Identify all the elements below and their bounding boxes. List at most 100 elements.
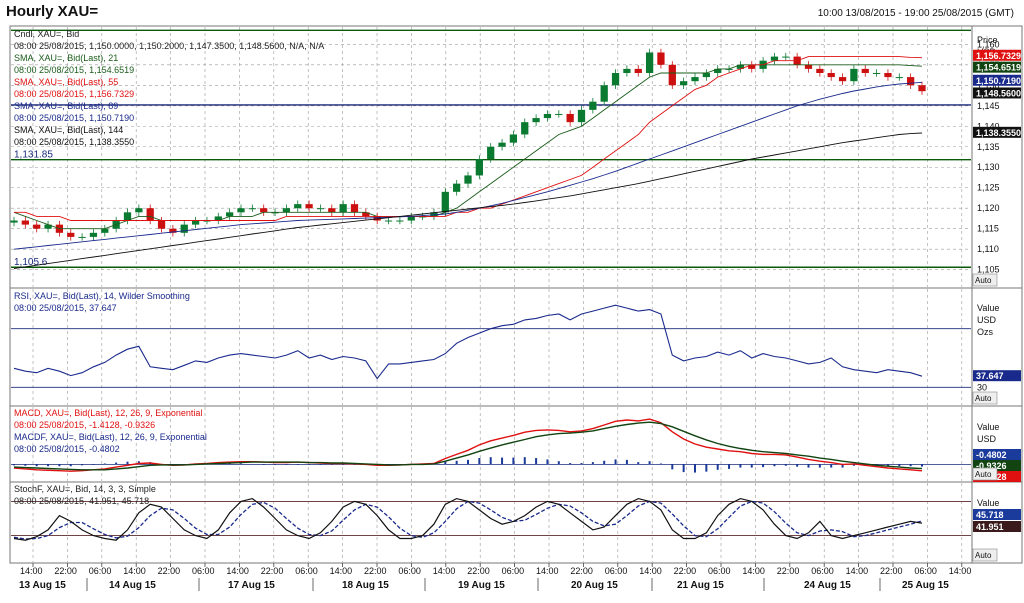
stoch-value-label: 41.951: [976, 522, 1004, 532]
macd-histogram-bar: [773, 464, 776, 467]
candle-body: [78, 236, 86, 238]
price-axis-header: Price: [977, 35, 998, 45]
macd-legend-line: 08:00 25/08/2015, -0.4802: [14, 444, 120, 454]
candle-body: [566, 113, 574, 123]
price-tag-label: 1,138.3550: [976, 128, 1021, 138]
macd-histogram-bar: [342, 464, 345, 465]
price-tick-label: 1,135: [977, 142, 1000, 152]
time-tick-label: 22:00: [674, 566, 697, 576]
auto-label: Auto: [975, 551, 992, 560]
candle-body: [487, 146, 495, 160]
level-label-1131: 1,131.85: [14, 150, 53, 161]
stoch-legend-line: 08:00 25/08/2015, 41.951, 45.718: [14, 496, 149, 506]
macd-histogram-bar: [24, 464, 27, 466]
candle-body: [282, 208, 291, 213]
candle-body: [782, 56, 790, 58]
macd-histogram-bar: [671, 464, 674, 470]
rsi-axis-header: Ozs: [977, 327, 994, 337]
price-tag-label: 1,148.5600: [976, 88, 1021, 98]
time-tick-label: 14:00: [949, 566, 972, 576]
macd-histogram-bar: [682, 464, 685, 473]
macd-histogram-bar: [921, 464, 923, 467]
candle-body: [600, 85, 608, 102]
date-label: 25 Aug 15: [902, 580, 949, 591]
macd-histogram-bar: [512, 457, 515, 465]
macd-histogram-bar: [614, 459, 617, 465]
macd-histogram-bar: [694, 464, 696, 473]
price-legend-line: SMA, XAU=, Bid(Last), 21: [14, 53, 118, 63]
time-tick-label: 06:00: [295, 566, 318, 576]
price-tick-label: 1,115: [977, 224, 999, 234]
price-legend-line: 08:00 25/08/2015, 1,150.0000, 1,150.2000…: [14, 41, 324, 51]
time-tick-label: 14:00: [226, 566, 249, 576]
auto-label: Auto: [975, 470, 992, 479]
date-label: 21 Aug 15: [677, 580, 724, 591]
candle-body: [555, 113, 563, 115]
rsi-legend-line: RSI, XAU=, Bid(Last), 14, Wilder Smoothi…: [14, 291, 190, 301]
price-legend-line: 08:00 25/08/2015, 1,150.7190: [14, 113, 134, 123]
price-legend-line: SMA, XAU=, Bid(Last), 89: [14, 101, 118, 111]
macd-histogram-bar: [807, 464, 810, 468]
time-tick-label: 22:00: [261, 566, 284, 576]
price-tag-label: 1,154.6519: [976, 63, 1021, 73]
candle-body: [623, 68, 631, 73]
macd-histogram-bar: [47, 464, 50, 467]
macd-histogram-bar: [126, 461, 129, 465]
macd-histogram-bar: [523, 457, 526, 465]
candle-body: [872, 72, 881, 74]
candle-body: [680, 81, 688, 86]
macd-histogram-bar: [580, 463, 583, 465]
macd-histogram-bar: [81, 464, 84, 466]
time-tick-label: 06:00: [398, 566, 421, 576]
macd-histogram-bar: [13, 464, 15, 466]
candle-body: [702, 72, 710, 78]
candle-body: [850, 68, 858, 82]
price-tick-label: 1,125: [977, 183, 1000, 193]
price-legend-line: SMA, XAU=, Bid(Last), 55: [14, 77, 118, 87]
candle-body: [21, 220, 29, 225]
macd-histogram-bar: [659, 463, 662, 465]
time-tick-label: 14:00: [123, 566, 146, 576]
macd-histogram-bar: [716, 464, 719, 470]
candle-body: [316, 208, 325, 210]
candle-body: [191, 220, 200, 225]
candle-body: [770, 56, 779, 61]
macd-histogram-bar: [58, 464, 61, 467]
macd-histogram-bar: [784, 464, 787, 466]
macd-histogram-bar: [603, 460, 606, 465]
rsi-legend-line: 08:00 25/08/2015, 37.647: [14, 303, 117, 313]
candle-body: [532, 118, 540, 123]
candle-body: [157, 220, 166, 229]
candle-body: [838, 77, 847, 82]
candle-body: [146, 208, 154, 221]
macd-histogram-bar: [251, 463, 254, 465]
macd-histogram-bar: [330, 464, 333, 465]
candle-body: [294, 204, 302, 209]
stoch-value-label: 45.718: [976, 510, 1004, 520]
macd-histogram-bar: [115, 462, 118, 465]
price-tag-label: 1,156.7329: [976, 51, 1021, 61]
chart-canvas[interactable]: 1,1601,1551,1501,1451,1401,1351,1301,125…: [0, 0, 1024, 603]
price-tick-label: 1,120: [977, 203, 1000, 213]
candle-body: [33, 224, 41, 229]
time-tick-label: 06:00: [605, 566, 628, 576]
macd-histogram-bar: [444, 461, 447, 465]
candle-body: [645, 52, 654, 73]
date-label: 24 Aug 15: [804, 580, 851, 591]
macd-axis-header: USD: [977, 434, 997, 444]
macd-histogram-bar: [546, 459, 549, 465]
candle-body: [918, 85, 926, 92]
time-tick-label: 22:00: [158, 566, 181, 576]
candle-body: [827, 72, 835, 78]
price-legend-line: Cndl, XAU=, Bid: [14, 29, 79, 39]
macd-histogram-bar: [762, 464, 765, 468]
macd-histogram-bar: [103, 463, 106, 465]
macd-histogram-bar: [262, 464, 265, 465]
rsi-axis-header: Value: [977, 303, 999, 313]
time-tick-label: 14:00: [639, 566, 662, 576]
time-tick-label: 06:00: [89, 566, 112, 576]
macd-histogram-bar: [501, 457, 504, 465]
macd-histogram-bar: [739, 464, 742, 468]
candle-body: [475, 159, 483, 176]
macd-histogram-bar: [319, 464, 322, 465]
